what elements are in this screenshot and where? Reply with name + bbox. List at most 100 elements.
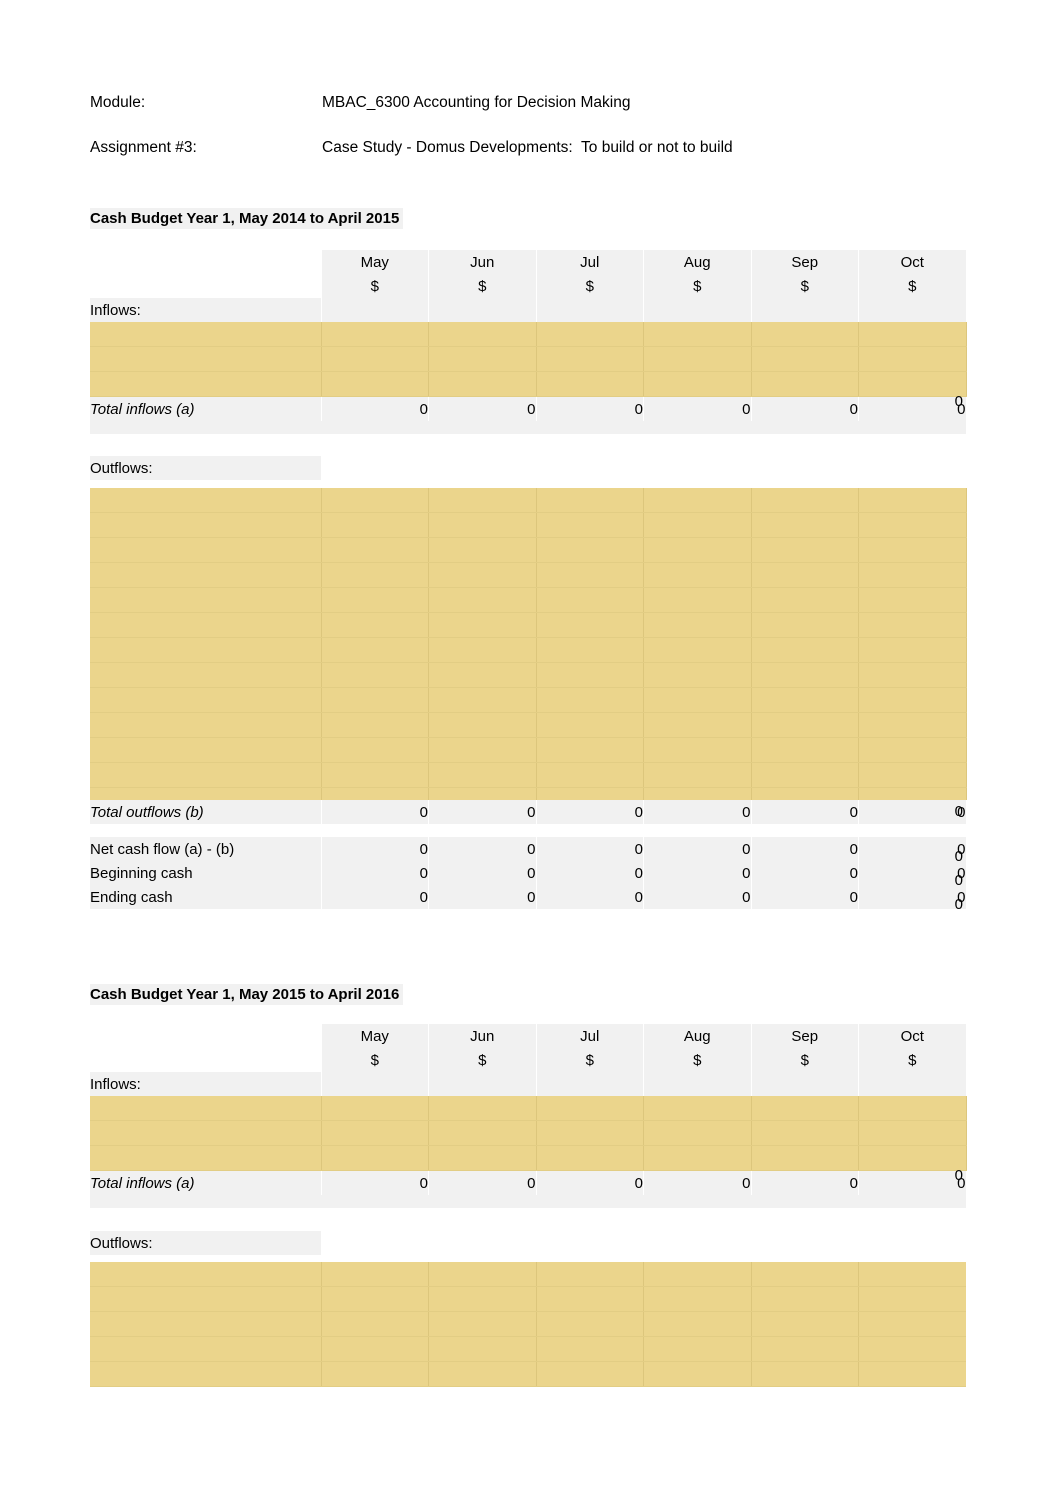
inflow-entry-cell[interactable] bbox=[428, 1145, 537, 1171]
outflow-entry-cell[interactable] bbox=[643, 587, 752, 613]
outflow-entry-cell[interactable] bbox=[750, 762, 859, 788]
outflow-entry-cell[interactable] bbox=[750, 512, 859, 538]
outflow-entry-cell[interactable] bbox=[428, 1262, 537, 1287]
outflow-entry-cell[interactable] bbox=[320, 488, 429, 513]
outflow-entry-row[interactable] bbox=[90, 737, 967, 763]
outflow-entry-cell[interactable] bbox=[750, 1262, 859, 1287]
outflow-entry-cell[interactable] bbox=[320, 662, 429, 688]
outflow-entry-cell[interactable] bbox=[750, 1361, 859, 1387]
outflow-entry-cell[interactable] bbox=[320, 1336, 429, 1362]
outflow-entry-cell[interactable] bbox=[320, 562, 429, 588]
outflow-entry-cell[interactable] bbox=[858, 1361, 966, 1387]
inflow-entry-cell[interactable] bbox=[320, 1145, 429, 1171]
outflow-entry-cell[interactable] bbox=[858, 587, 967, 613]
outflow-entry-row[interactable] bbox=[90, 712, 967, 738]
outflow-entry-row[interactable] bbox=[90, 662, 967, 688]
outflow-entry-row[interactable] bbox=[90, 1262, 966, 1287]
outflow-entry-cell[interactable] bbox=[858, 662, 967, 688]
outflow-entry-cell[interactable] bbox=[320, 612, 429, 638]
outflow-entry-cell[interactable] bbox=[643, 712, 752, 738]
outflow-entry-cell[interactable] bbox=[428, 562, 537, 588]
outflow-entry-row[interactable] bbox=[90, 762, 967, 788]
outflow-entry-label[interactable] bbox=[90, 662, 321, 688]
outflow-entry-cell[interactable] bbox=[643, 737, 752, 763]
inflow-entry-cell[interactable] bbox=[643, 1096, 752, 1121]
outflow-entry-row[interactable] bbox=[90, 637, 967, 663]
outflow-entry-cell[interactable] bbox=[750, 612, 859, 638]
outflow-entry-cell[interactable] bbox=[750, 712, 859, 738]
outflow-entry-cell[interactable] bbox=[750, 1336, 859, 1362]
outflow-entry-cell[interactable] bbox=[320, 687, 429, 713]
inflow-entry-cell[interactable] bbox=[643, 1120, 752, 1146]
outflow-entry-cell[interactable] bbox=[858, 737, 967, 763]
inflow-entry-cell[interactable] bbox=[320, 346, 429, 372]
outflow-entry-cell[interactable] bbox=[643, 762, 752, 788]
outflow-entry-label[interactable] bbox=[90, 687, 321, 713]
outflow-entry-cell[interactable] bbox=[750, 1311, 859, 1337]
inflow-entry-cell[interactable] bbox=[643, 322, 752, 347]
outflow-entry-cell[interactable] bbox=[643, 562, 752, 588]
outflow-entry-cell[interactable] bbox=[320, 637, 429, 663]
outflow-entry-cell[interactable] bbox=[643, 612, 752, 638]
inflow-entry-label[interactable] bbox=[90, 322, 321, 347]
outflow-entry-cell[interactable] bbox=[535, 687, 644, 713]
outflow-entry-cell[interactable] bbox=[643, 1262, 752, 1287]
outflow-entry-cell[interactable] bbox=[643, 1286, 752, 1312]
inflow-entry-cell[interactable] bbox=[858, 322, 967, 347]
outflow-entry-label[interactable] bbox=[90, 587, 321, 613]
outflow-entry-cell[interactable] bbox=[535, 488, 644, 513]
inflow-entry-row[interactable] bbox=[90, 1120, 967, 1146]
outflow-entry-row[interactable] bbox=[90, 612, 967, 638]
outflow-entry-cell[interactable] bbox=[428, 1311, 537, 1337]
inflow-entry-cell[interactable] bbox=[320, 1120, 429, 1146]
inflow-entry-cell[interactable] bbox=[750, 1096, 859, 1121]
outflow-entry-cell[interactable] bbox=[535, 512, 644, 538]
outflow-entry-cell[interactable] bbox=[320, 762, 429, 788]
outflow-entry-cell[interactable] bbox=[858, 637, 967, 663]
inflow-entry-cell[interactable] bbox=[428, 346, 537, 372]
outflow-entry-cell[interactable] bbox=[535, 1311, 644, 1337]
inflow-entry-cell[interactable] bbox=[428, 371, 537, 397]
inflow-entry-cell[interactable] bbox=[535, 1145, 644, 1171]
outflow-entry-label[interactable] bbox=[90, 1311, 321, 1337]
outflow-entry-cell[interactable] bbox=[428, 488, 537, 513]
outflow-entry-row[interactable] bbox=[90, 1361, 966, 1387]
outflow-entry-cell[interactable] bbox=[535, 762, 644, 788]
outflow-entry-cell[interactable] bbox=[750, 537, 859, 563]
outflow-entry-cell[interactable] bbox=[643, 637, 752, 663]
outflow-entry-cell[interactable] bbox=[428, 1361, 537, 1387]
outflow-entry-label[interactable] bbox=[90, 1262, 321, 1287]
outflow-entry-cell[interactable] bbox=[858, 762, 967, 788]
outflow-entry-cell[interactable] bbox=[858, 712, 967, 738]
inflow-entry-row[interactable] bbox=[90, 346, 967, 372]
outflow-entry-cell[interactable] bbox=[535, 637, 644, 663]
outflow-entry-cell[interactable] bbox=[750, 637, 859, 663]
inflow-entry-cell[interactable] bbox=[858, 1120, 967, 1146]
outflow-entry-label[interactable] bbox=[90, 1286, 321, 1312]
outflow-entry-label[interactable] bbox=[90, 562, 321, 588]
inflow-entry-label[interactable] bbox=[90, 1145, 321, 1171]
outflow-entry-row[interactable] bbox=[90, 587, 967, 613]
inflow-entry-cell[interactable] bbox=[320, 371, 429, 397]
outflow-entry-cell[interactable] bbox=[428, 637, 537, 663]
outflow-entry-cell[interactable] bbox=[320, 712, 429, 738]
inflow-entry-row[interactable] bbox=[90, 1096, 967, 1121]
inflow-entry-cell[interactable] bbox=[320, 322, 429, 347]
inflow-entry-cell[interactable] bbox=[535, 1096, 644, 1121]
outflow-entry-row[interactable] bbox=[90, 1336, 966, 1362]
outflow-entry-row[interactable] bbox=[90, 488, 967, 513]
outflow-entry-cell[interactable] bbox=[858, 1311, 966, 1337]
inflow-entry-label[interactable] bbox=[90, 1096, 321, 1121]
inflow-entry-cell[interactable] bbox=[643, 1145, 752, 1171]
outflow-entry-cell[interactable] bbox=[643, 488, 752, 513]
outflow-entry-cell[interactable] bbox=[643, 1336, 752, 1362]
outflow-entry-row[interactable] bbox=[90, 537, 967, 563]
outflow-entry-row[interactable] bbox=[90, 562, 967, 588]
outflow-entry-cell[interactable] bbox=[428, 537, 537, 563]
outflow-entry-cell[interactable] bbox=[535, 712, 644, 738]
outflow-entry-cell[interactable] bbox=[428, 587, 537, 613]
outflow-entry-label[interactable] bbox=[90, 1336, 321, 1362]
outflow-entry-label[interactable] bbox=[90, 512, 321, 538]
inflow-entry-cell[interactable] bbox=[750, 371, 859, 397]
outflow-entry-cell[interactable] bbox=[750, 562, 859, 588]
